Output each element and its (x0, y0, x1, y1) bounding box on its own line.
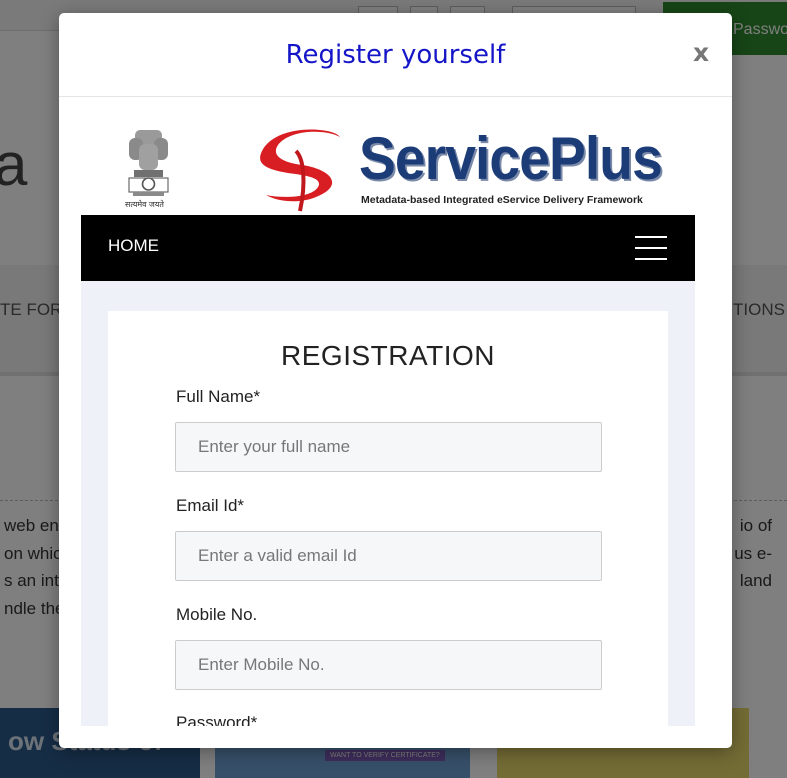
site-header: सत्यमेव जयते ServicePlus Metadata-based … (81, 118, 695, 215)
hamburger-menu-icon[interactable] (635, 236, 669, 262)
email-input[interactable] (175, 531, 602, 581)
form-area: REGISTRATION Full Name* Email Id* Mobile… (81, 281, 695, 726)
registration-title: REGISTRATION (281, 340, 495, 371)
nav-home-link[interactable]: HOME (108, 236, 159, 256)
modal-header: Register yourself x (59, 13, 732, 97)
password-label: Password* (176, 713, 258, 726)
register-modal: Register yourself x सत्यमेव जयते Service (59, 13, 732, 748)
site-navbar: HOME (81, 215, 695, 281)
modal-title: Register yourself (285, 40, 506, 70)
site-tagline: Metadata-based Integrated eService Deliv… (361, 194, 643, 206)
close-button[interactable]: x (693, 38, 709, 67)
mobile-label: Mobile No. (176, 605, 258, 624)
registration-card: REGISTRATION Full Name* Email Id* Mobile… (108, 311, 668, 726)
mobile-input[interactable] (175, 640, 602, 690)
serviceplus-wordmark: ServicePlus (359, 125, 663, 192)
full-name-input[interactable] (175, 422, 602, 472)
serviceplus-logo-icon (260, 129, 340, 212)
email-label: Email Id* (176, 496, 245, 515)
modal-body: सत्यमेव जयते ServicePlus Metadata-based … (81, 118, 695, 726)
full-name-label: Full Name* (176, 387, 261, 406)
emblem-caption: सत्यमेव जयते (125, 200, 164, 209)
